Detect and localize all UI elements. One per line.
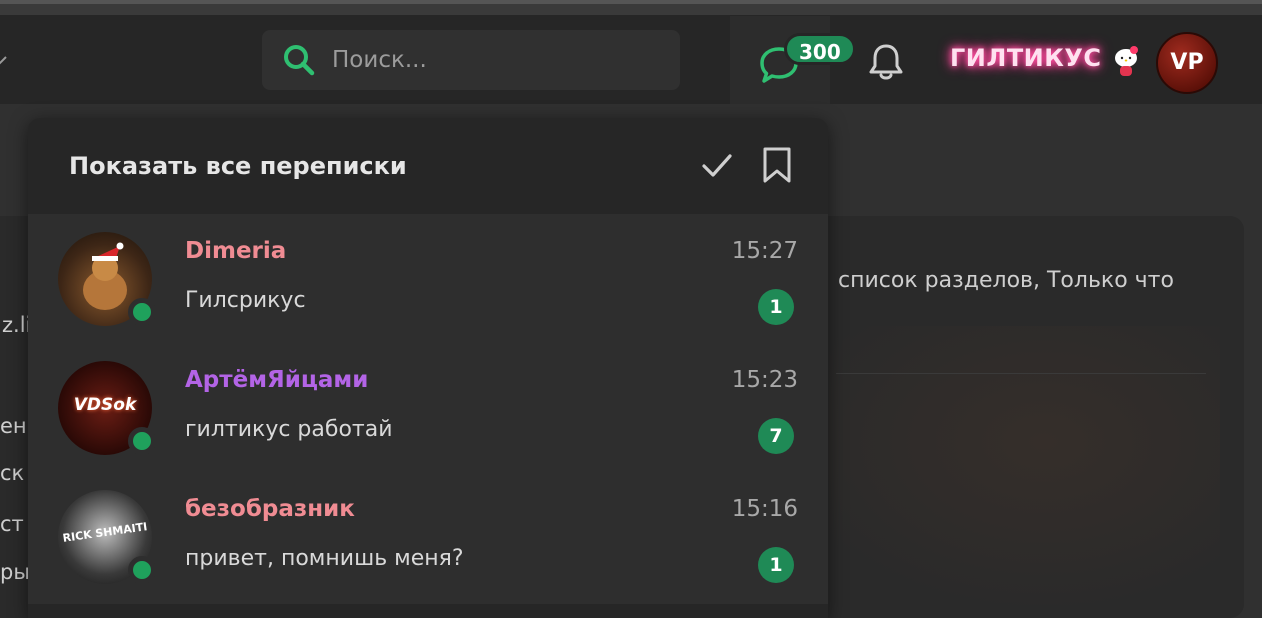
check-icon[interactable] xyxy=(700,148,734,182)
background-image xyxy=(780,326,1220,616)
messages-button[interactable]: 300 xyxy=(730,16,856,104)
conversations-dropdown: Показать все переписки Dimeria 15:27 Гил… xyxy=(28,118,828,618)
unread-count-badge: 1 xyxy=(758,547,794,583)
left-text-fragment: ры xyxy=(0,560,30,584)
conversation-preview: гилтикус работай xyxy=(185,417,393,442)
conversation-item[interactable]: RICK SHMAITI безобразник 15:16 привет, п… xyxy=(28,472,828,600)
top-navigation-bar: 300 ГИЛТИКУС VP xyxy=(0,16,1262,104)
conversation-name[interactable]: Dimeria xyxy=(185,238,286,264)
conversation-item[interactable]: VDSok АртёмЯйцами 15:23 гилтикус работай… xyxy=(28,343,828,471)
messages-count-badge: 300 xyxy=(784,33,856,65)
online-indicator xyxy=(128,556,156,584)
search-icon xyxy=(280,41,318,79)
username[interactable]: ГИЛТИКУС xyxy=(950,44,1102,72)
avatar-logo-text: VDSok xyxy=(73,395,137,415)
conversation-item[interactable]: Dimeria 15:27 Гилсрикус 1 xyxy=(28,214,828,342)
show-all-conversations-link[interactable]: Показать все переписки xyxy=(69,152,407,180)
unread-count-badge: 7 xyxy=(758,418,794,454)
unread-count-badge: 1 xyxy=(758,289,794,325)
conversation-preview: привет, помнишь меня? xyxy=(185,546,464,571)
conversations-dropdown-header: Показать все переписки xyxy=(28,118,828,214)
background-snippet: список разделов, Только что xyxy=(838,268,1174,293)
browser-chrome-strip xyxy=(0,0,1262,16)
conversations-dropdown-footer xyxy=(28,604,828,618)
conversation-time: 15:27 xyxy=(731,238,798,264)
user-avatar[interactable]: VP xyxy=(1156,32,1218,94)
hello-kitty-icon xyxy=(1112,44,1140,78)
chevron-down-icon[interactable] xyxy=(0,48,8,72)
left-text-fragment: z.li xyxy=(2,313,32,337)
online-indicator xyxy=(128,427,156,455)
avatar-logo-text: RICK SHMAITI xyxy=(61,520,149,545)
search-input[interactable] xyxy=(332,47,632,73)
left-text-fragment: ск xyxy=(0,461,25,485)
conversation-name[interactable]: АртёмЯйцами xyxy=(185,367,368,393)
left-text-fragment: ст xyxy=(0,512,24,536)
conversation-time: 15:23 xyxy=(731,367,798,393)
conversation-time: 15:16 xyxy=(731,496,798,522)
divider xyxy=(836,373,1206,374)
bell-icon[interactable] xyxy=(864,40,908,84)
conversation-preview: Гилсрикус xyxy=(185,288,306,313)
online-indicator xyxy=(128,298,156,326)
left-text-fragment: ен xyxy=(0,414,27,438)
bookmark-icon[interactable] xyxy=(760,146,794,184)
conversation-name[interactable]: безобразник xyxy=(185,496,355,522)
search-box[interactable] xyxy=(262,30,680,90)
